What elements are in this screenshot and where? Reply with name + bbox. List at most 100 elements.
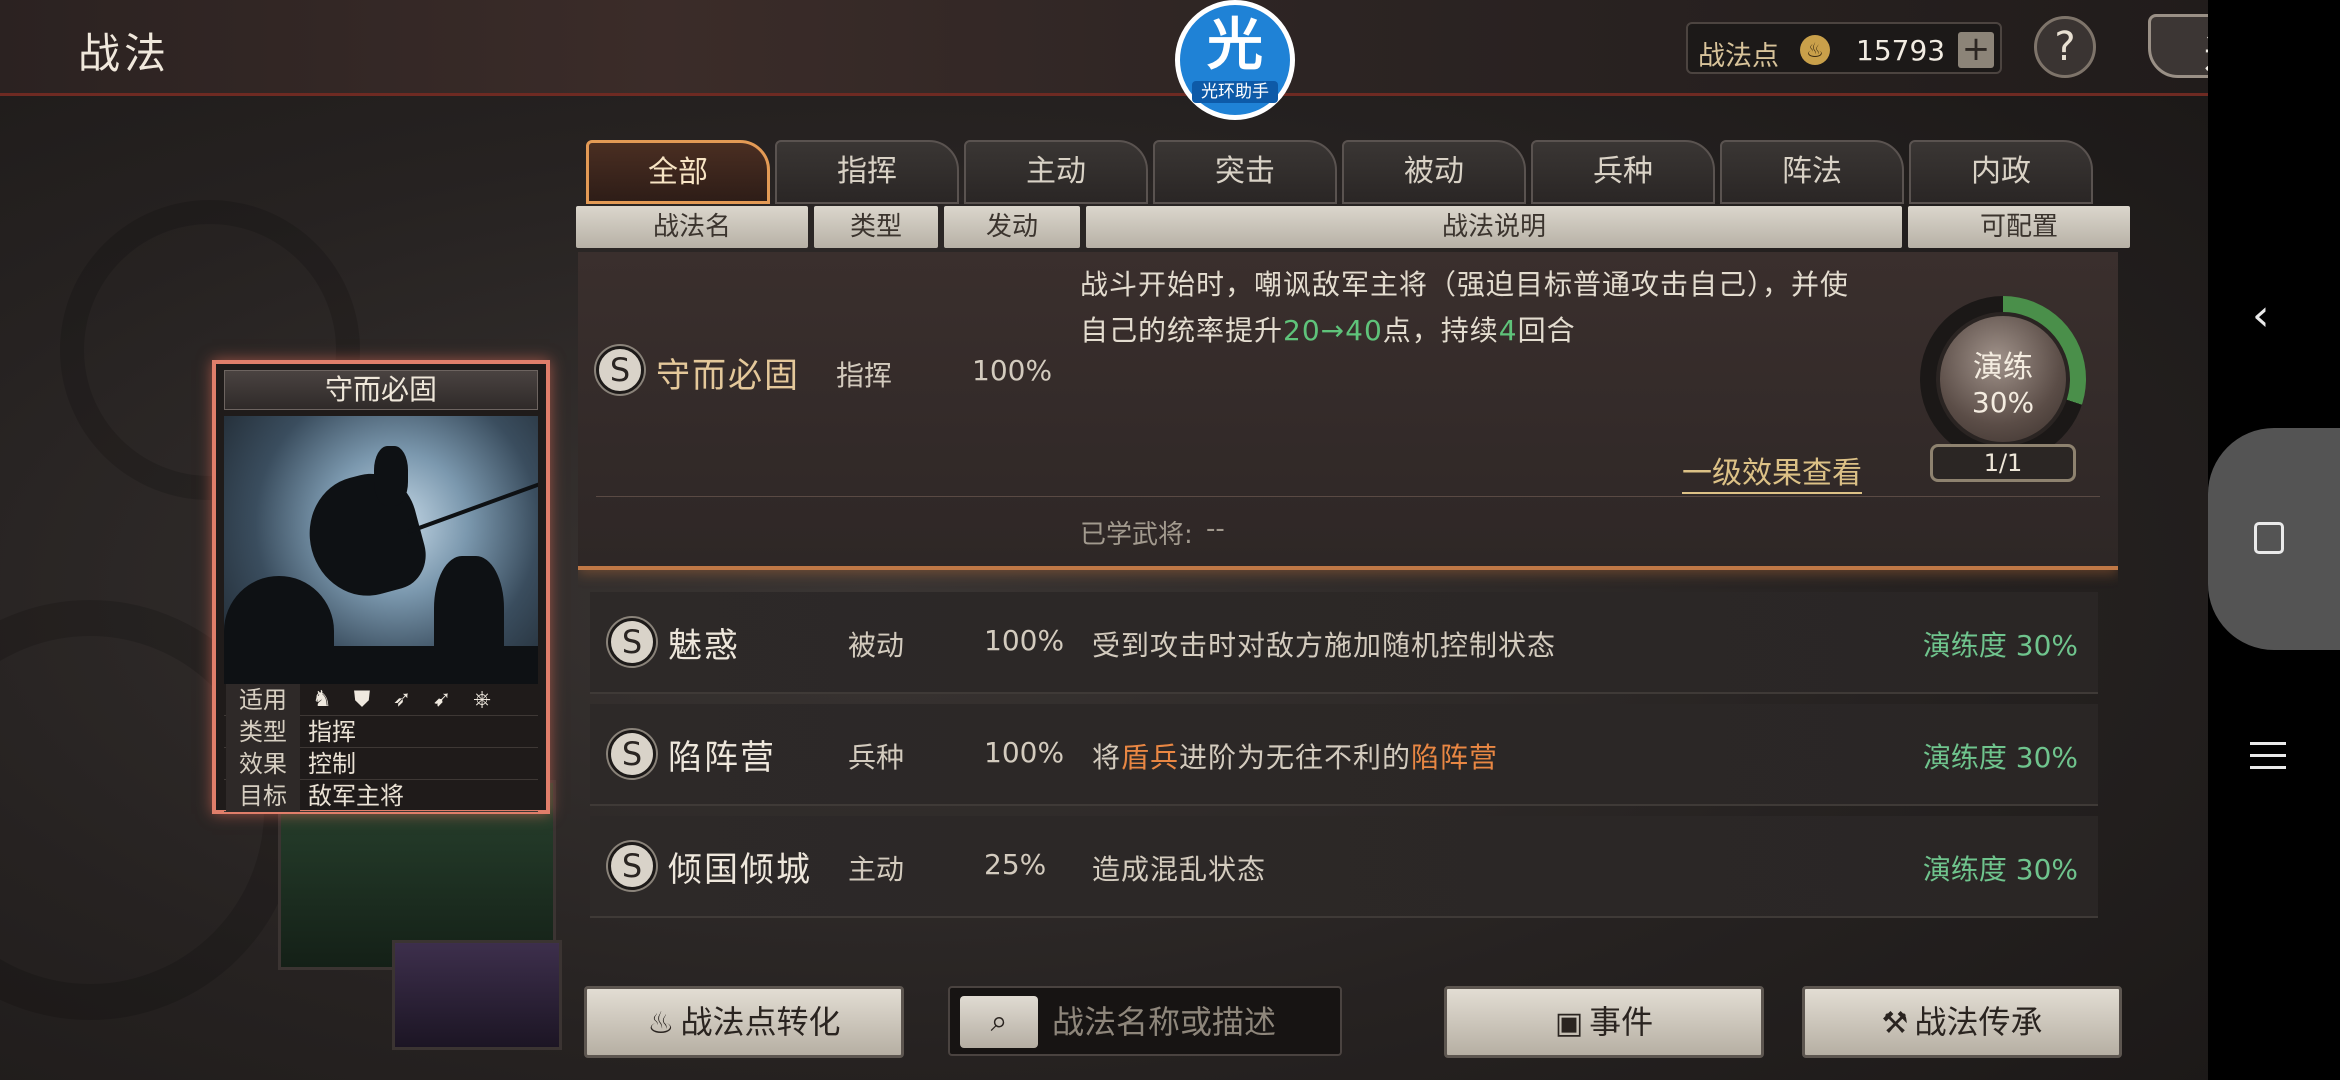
tactic-name: 倾国倾城: [668, 850, 812, 890]
drill-progress-ring[interactable]: 演练 30%: [1920, 296, 2086, 462]
drill-progress: 演练度 30%: [1922, 741, 2078, 774]
description-text: 点，持续: [1382, 314, 1499, 347]
event-button[interactable]: ▣ 事件: [1444, 986, 1764, 1058]
drill-progress: 演练度 30%: [1922, 853, 2078, 886]
grade-badge: S: [596, 346, 644, 394]
tactic-description: 受到攻击时对敌方施加随机控制状态: [1092, 624, 1556, 664]
ground-silhouette: [224, 646, 538, 684]
system-nav-bar: ‹: [2208, 0, 2340, 1080]
grade-badge: S: [608, 842, 656, 890]
description-text: 回合: [1517, 314, 1576, 347]
back-button[interactable]: 返回: [2122, 14, 2208, 78]
stacked-card: [392, 940, 562, 1050]
convert-points-label: 战法点转化: [680, 1003, 841, 1041]
card-target-label: 目标: [226, 780, 300, 812]
search-box: ⌕: [948, 986, 1342, 1056]
logo-text: 光环助手: [1192, 81, 1278, 103]
help-button[interactable]: ?: [2034, 16, 2096, 78]
column-description: 战法说明: [1086, 206, 1902, 248]
tab-1[interactable]: 指挥: [775, 140, 959, 204]
tactic-name: 魅惑: [668, 626, 740, 666]
tactic-row[interactable]: S 倾国倾城 主动 25% 造成混乱状态 演练度 30%: [590, 816, 2098, 918]
tab-4[interactable]: 被动: [1342, 140, 1526, 204]
tactic-row-expanded[interactable]: S 守而必固 指挥 100% 战斗开始时，嘲讽敌军主将（强迫目标普通攻击自己），…: [578, 252, 2118, 570]
nav-home-icon[interactable]: [2254, 522, 2284, 554]
tab-5[interactable]: 兵种: [1531, 140, 1715, 204]
tactic-list: S 守而必固 指挥 100% 战斗开始时，嘲讽敌军主将（强迫目标普通攻击自己），…: [578, 252, 2118, 968]
card-title: 守而必固: [224, 370, 538, 410]
tactic-row[interactable]: S 魅惑 被动 100% 受到攻击时对敌方施加随机控制状态 演练度 30%: [590, 592, 2098, 694]
inherit-button[interactable]: ⚒ 战法传承: [1802, 986, 2122, 1058]
tactic-rate: 100%: [984, 736, 1065, 769]
tactic-description: 战斗开始时，嘲讽敌军主将（强迫目标普通攻击自己），并使自己的统率提升20→40点…: [1080, 262, 1860, 354]
hammer-icon: ⚒: [1881, 1006, 1909, 1041]
stat-arrow: →: [1320, 314, 1346, 347]
card-type-value: 指挥: [308, 718, 356, 746]
nav-back-icon[interactable]: ‹: [2252, 290, 2270, 341]
row-divider: [596, 496, 2100, 497]
grade-badge: S: [608, 618, 656, 666]
search-input[interactable]: [1052, 998, 1332, 1046]
learned-generals-value: --: [1206, 514, 1225, 544]
tactic-points-label: 战法点: [1698, 41, 1779, 72]
top-bar: 战法 战法点 ♨ 15793 + ? 返回: [0, 0, 2208, 96]
flame-icon: ♨: [647, 1006, 675, 1041]
card-effect-value: 控制: [308, 750, 356, 778]
rider-silhouette: [374, 446, 408, 506]
learned-generals-label: 已学武将:: [1080, 520, 1193, 550]
column-type: 类型: [814, 206, 938, 248]
stat-to: 40: [1345, 314, 1383, 347]
card-target-value: 敌军主将: [308, 782, 404, 810]
turn-count: 4: [1498, 314, 1518, 347]
drill-count: 1/1: [1930, 444, 2076, 482]
horse-rider-silhouette: [296, 463, 434, 609]
level-one-effect-link[interactable]: 一级效果查看: [1682, 448, 1862, 494]
troop-type-icons: ♞ ⛊ ➶ ➹ ⎈: [308, 688, 508, 712]
spear-silhouette: [407, 482, 538, 534]
description-text: 造成混乱状态: [1092, 853, 1267, 886]
assistant-logo[interactable]: 光 光环助手: [1175, 0, 1295, 120]
column-name: 战法名: [576, 206, 808, 248]
tactic-type: 主动: [848, 853, 905, 886]
tab-7[interactable]: 内政: [1909, 140, 2093, 204]
card-type-row: 类型 指挥: [224, 716, 538, 748]
convert-points-button[interactable]: ♨ 战法点转化: [584, 986, 904, 1058]
tab-3[interactable]: 突击: [1153, 140, 1337, 204]
inherit-label: 战法传承: [1914, 1003, 2043, 1041]
tab-2[interactable]: 主动: [964, 140, 1148, 204]
drill-button[interactable]: 演练 30%: [1936, 312, 2070, 446]
tactic-card: 守而必固 适用 ♞ ⛊ ➶ ➹ ⎈ 类型 指挥 效果 控制 目标 敌军主将: [212, 360, 550, 814]
page-title: 战法: [78, 29, 171, 78]
tactic-rate: 100%: [972, 354, 1053, 387]
shield-icon: ⛊: [353, 687, 371, 712]
nav-menu-icon[interactable]: [2250, 742, 2286, 778]
tactic-type: 指挥: [836, 359, 893, 392]
tactic-type: 兵种: [848, 741, 905, 774]
cavalry-icon: ♞: [312, 687, 332, 712]
drill-progress: 演练度 30%: [1922, 629, 2078, 662]
flame-coin-icon: ♨: [1800, 35, 1830, 65]
tab-0[interactable]: 全部: [586, 140, 770, 204]
description-text: 将: [1092, 741, 1122, 774]
wheel-icon: ⎈: [473, 687, 491, 712]
tactic-type: 被动: [848, 629, 905, 662]
spear-icon: ➹: [432, 687, 452, 712]
tactic-name: 守而必固: [656, 356, 800, 396]
tactic-row[interactable]: S 陷阵营 兵种 100% 将盾兵进阶为无往不利的陷阵营 演练度 30%: [590, 704, 2098, 806]
card-apply-row: 适用 ♞ ⛊ ➶ ➹ ⎈: [224, 684, 538, 716]
game-screen: 战法 战法点 ♨ 15793 + ? 返回 光 光环助手 全部指挥主动突击被动兵…: [0, 0, 2208, 1080]
card-target-row: 目标 敌军主将: [224, 780, 538, 812]
add-points-button[interactable]: +: [1958, 32, 1994, 68]
tab-6[interactable]: 阵法: [1720, 140, 1904, 204]
card-effect-label: 效果: [226, 748, 300, 780]
tactic-rate: 25%: [984, 848, 1047, 881]
back-button-frame: [2148, 14, 2208, 78]
search-icon[interactable]: ⌕: [960, 996, 1038, 1048]
stat-from: 20: [1283, 314, 1321, 347]
column-configurable: 可配置: [1908, 206, 2130, 248]
tactic-name: 陷阵营: [668, 738, 776, 778]
column-trigger: 发动: [944, 206, 1080, 248]
drill-percent: 30%: [1971, 386, 2035, 419]
card-type-label: 类型: [226, 716, 300, 748]
tactic-description: 将盾兵进阶为无往不利的陷阵营: [1092, 736, 1498, 776]
